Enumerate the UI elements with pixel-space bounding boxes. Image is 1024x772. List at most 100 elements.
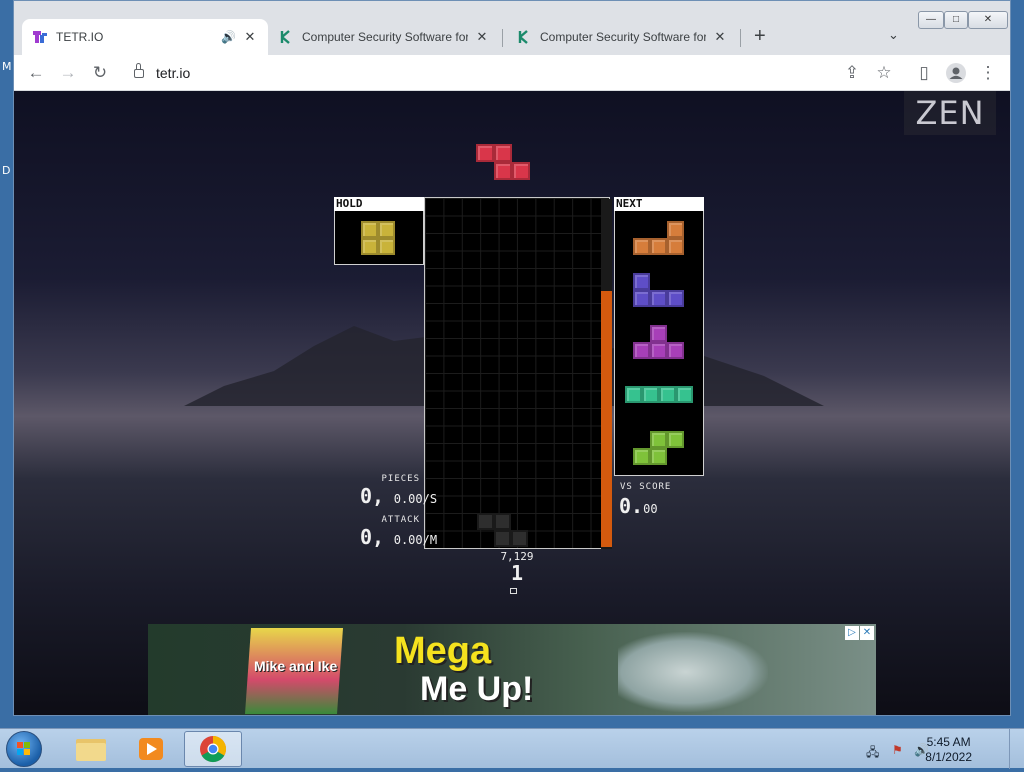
mino-block [633, 290, 650, 307]
tetrio-game-area[interactable]: ZEN HOLD NEXT PIECES 0, 0.00/S ATTACK 0,… [14, 91, 1010, 715]
mino-block [650, 431, 667, 448]
tab-close-icon[interactable]: ✕ [712, 29, 728, 45]
mino-block [361, 238, 378, 255]
pieces-stat: 0, 0.00/S [360, 484, 437, 508]
address-bar[interactable]: tetr.io [126, 59, 846, 87]
system-clock[interactable]: 5:45 AM 8/1/2022 [925, 735, 972, 765]
tab-title: TETR.IO [56, 30, 104, 44]
browser-toolbar: ← → ↻ tetr.io ⇪ ☆ ▯ ⋮ [14, 55, 1010, 91]
mino-block [494, 162, 512, 180]
vs-score-label: VS SCORE [620, 482, 672, 492]
attack-count: 0, [360, 525, 385, 549]
hold-box [334, 211, 424, 265]
reload-button[interactable]: ↻ [88, 61, 112, 85]
ad-shark-image[interactable] [618, 632, 768, 712]
mino-block [667, 342, 684, 359]
attack-label: ATTACK [381, 515, 420, 525]
ad-subheadline[interactable]: Me Up! [420, 670, 533, 709]
mino-block [511, 530, 528, 547]
mino-block [650, 238, 667, 255]
tab-separator [740, 29, 741, 47]
taskbar-media-player[interactable] [122, 731, 180, 767]
start-button[interactable] [6, 731, 42, 767]
next-queue [614, 211, 704, 476]
mino-block [667, 238, 684, 255]
mino-block [361, 221, 378, 238]
speaker-icon[interactable]: 🔊 [221, 30, 236, 44]
bookmark-star-icon[interactable]: ☆ [872, 61, 896, 85]
tab-search-button[interactable]: ⌄ [888, 27, 899, 43]
tab-tetrio[interactable]: TETR.IO 🔊 ✕ [22, 19, 268, 55]
tetrio-favicon-icon [33, 31, 47, 43]
mino-block [650, 290, 667, 307]
minimize-button[interactable]: — [918, 11, 944, 29]
url-text[interactable]: tetr.io [156, 65, 190, 81]
browser-window: TETR.IO 🔊 ✕ Computer Security Software f… [13, 0, 1011, 716]
hold-label: HOLD [334, 197, 424, 211]
adchoices-icon[interactable]: ▷ [845, 626, 859, 640]
media-player-icon [139, 738, 163, 760]
ad-headline[interactable]: Mega [394, 630, 491, 673]
mino-block [378, 221, 395, 238]
tab-title: Computer Security Software for Home [540, 30, 706, 44]
mino-block [633, 238, 650, 255]
tab-close-icon[interactable]: ✕ [474, 29, 490, 45]
pieces-rate: 0.00/S [393, 492, 438, 506]
mino-block [476, 144, 494, 162]
attack-stat: 0, 0.00/M [360, 525, 437, 549]
maximize-button[interactable]: □ [944, 11, 968, 29]
taskbar-explorer[interactable] [62, 731, 120, 767]
ad-brand-text: Mike and Ike [254, 658, 338, 674]
clock-date: 8/1/2022 [925, 750, 972, 764]
mino-block [650, 342, 667, 359]
clock-time: 5:45 AM [926, 735, 971, 749]
taskbar-chrome[interactable] [184, 731, 242, 767]
mino-block [512, 162, 530, 180]
desktop-icon-label: M [2, 60, 12, 73]
ad-controls: ▷ ✕ [845, 626, 874, 640]
mino-block [625, 386, 642, 403]
chrome-menu-icon[interactable]: ⋮ [976, 61, 1000, 85]
mino-block [633, 448, 650, 465]
vs-score-dec: 00 [643, 502, 658, 516]
vs-score: 0.00 [619, 494, 658, 518]
vs-score-int: 0. [619, 494, 644, 518]
desktop-icon-label: D [2, 164, 11, 177]
kaspersky-favicon-icon [280, 30, 290, 44]
kaspersky-favicon-icon [518, 30, 528, 44]
windows-taskbar: 🖧 ⚑ 🔊 5:45 AM 8/1/2022 [0, 728, 1024, 769]
ad-close-icon[interactable]: ✕ [860, 626, 874, 640]
tab-close-icon[interactable]: ✕ [242, 29, 258, 45]
network-icon[interactable]: 🖧 [866, 743, 879, 764]
profile-avatar[interactable] [944, 61, 968, 85]
ad-banner[interactable]: Mike and Ike Mega Me Up! ▷ ✕ [148, 624, 876, 715]
action-center-flag-icon[interactable]: ⚑ [892, 743, 903, 757]
back-button[interactable]: ← [24, 61, 48, 85]
next-label: NEXT [614, 197, 704, 211]
lock-icon[interactable] [134, 62, 144, 78]
mino-block [650, 448, 667, 465]
forward-button[interactable]: → [56, 61, 80, 85]
pieces-count: 0, [360, 484, 385, 508]
mino-block [633, 273, 650, 290]
side-panel-icon[interactable]: ▯ [912, 61, 936, 85]
share-icon[interactable]: ⇪ [840, 61, 864, 85]
new-tab-button[interactable]: + [754, 25, 766, 48]
mino-block [676, 386, 693, 403]
chrome-icon [200, 735, 227, 763]
level-value: 1 [510, 561, 524, 585]
tab-separator [502, 29, 503, 47]
windows-logo-icon [17, 742, 30, 755]
close-window-button[interactable]: ✕ [968, 11, 1008, 29]
pieces-label: PIECES [381, 474, 420, 484]
folder-icon [76, 739, 106, 761]
mino-block [378, 238, 395, 255]
show-desktop-button[interactable] [1009, 729, 1024, 769]
tetris-board[interactable] [424, 197, 610, 549]
tab-security-2[interactable]: Computer Security Software for Home ✕ [506, 19, 738, 55]
tab-security-1[interactable]: Computer Security Software for Home ✕ [268, 19, 500, 55]
mino-block [494, 530, 511, 547]
attack-rate: 0.00/M [393, 533, 438, 547]
mino-block [667, 221, 684, 238]
mode-label: ZEN [904, 91, 996, 135]
